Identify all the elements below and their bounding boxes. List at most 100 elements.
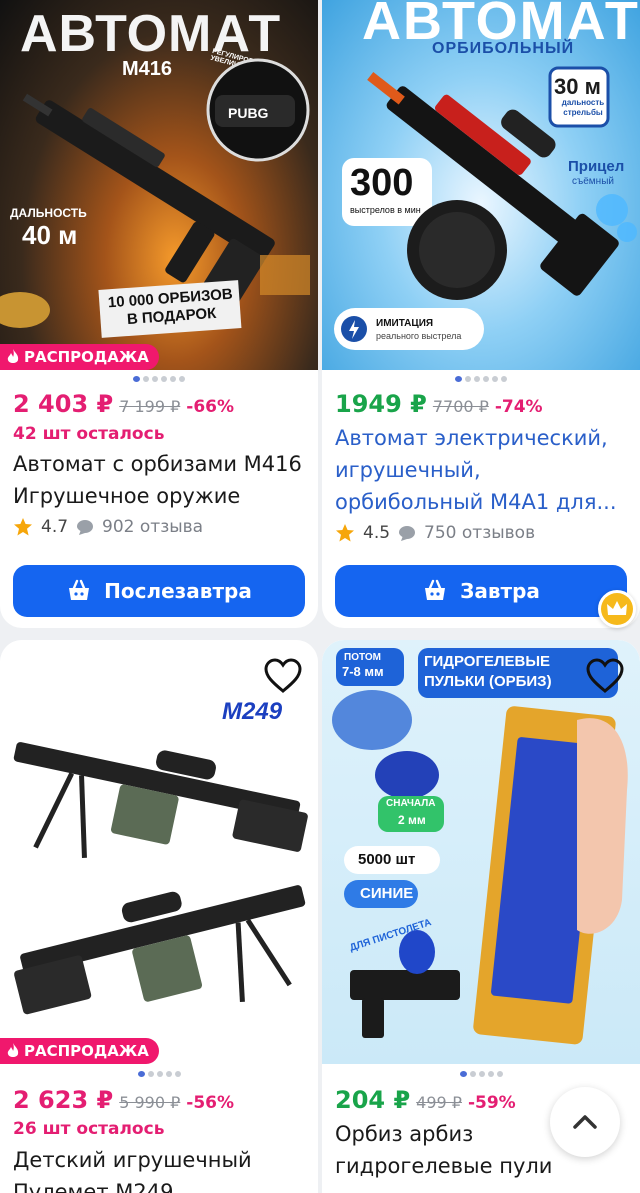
product-card-3[interactable]: M249 РАСПРОДАЖА 2 623 ₽ 5 990 ₽ -56% 26 … <box>0 640 318 1193</box>
flame-icon <box>7 349 19 363</box>
discount: -56% <box>186 1093 235 1113</box>
comment-icon <box>399 526 416 541</box>
stock-left: 26 шт осталось <box>13 1119 165 1139</box>
reviews-count: 902 отзыва <box>102 517 204 537</box>
comment-icon <box>77 520 94 535</box>
rating-value: 4.5 <box>363 523 391 543</box>
old-price: 7 199 ₽ <box>119 397 181 416</box>
image-imitation-sub: реального выстрела <box>376 331 462 341</box>
rating-value: 4.7 <box>41 517 69 537</box>
product-image[interactable]: ПОТОМ 7-8 мм ГИДРОГЕЛЕВЫЕ ПУЛЬКИ (ОРБИЗ)… <box>322 640 640 1064</box>
image-qty: 5000 шт <box>358 851 416 868</box>
current-price: 1949 ₽ <box>335 390 427 418</box>
product-image[interactable]: АВТОМАТ ОРБИБОЛЬНЫЙ 30 м дальность стрел… <box>322 0 640 370</box>
old-price: 5 990 ₽ <box>119 1093 181 1112</box>
heart-icon[interactable] <box>264 658 302 694</box>
svg-text:PUBG: PUBG <box>228 105 269 121</box>
image-after-size: 7-8 мм <box>342 664 384 679</box>
product-title[interactable]: Орбиз арбиз гидрогелевые пули для <box>335 1118 580 1193</box>
carousel-dot[interactable] <box>170 376 176 382</box>
product-image[interactable]: АВТОМАТ M416 РЕГУЛИРОВКА УВЕЛИЧЕНИЯ PUBG… <box>0 0 318 370</box>
image-carousel-dots[interactable] <box>0 1071 318 1077</box>
product-title[interactable]: Детский игрушечный Пулемет М249 <box>13 1144 308 1193</box>
image-range-value: 40 м <box>22 220 78 250</box>
carousel-dot[interactable] <box>179 376 185 382</box>
rating-row[interactable]: 4.7 902 отзыва <box>13 517 203 537</box>
image-scope: Прицел <box>568 158 625 175</box>
machine-gun-illustration <box>13 742 308 1015</box>
carousel-dot[interactable] <box>147 1071 154 1077</box>
product-title[interactable]: Автомат с орбизами М416 Игрушечное оружи… <box>13 448 308 512</box>
carousel-dot[interactable] <box>469 1071 476 1077</box>
carousel-dot[interactable] <box>496 1071 503 1077</box>
sale-badge: РАСПРОДАЖА <box>0 344 159 370</box>
image-range-value: 30 м <box>554 74 601 99</box>
old-price: 7700 ₽ <box>432 397 489 416</box>
current-price: 2 623 ₽ <box>13 1086 114 1114</box>
discount: -66% <box>186 397 235 417</box>
crown-icon <box>607 601 627 615</box>
image-scope-sub: съёмный <box>572 176 614 187</box>
carousel-dot[interactable] <box>501 376 507 382</box>
image-before-size: 2 мм <box>398 813 426 827</box>
price-row: 2 403 ₽ 7 199 ₽ -66% <box>13 390 234 418</box>
image-shots-label: выстрелов в мин <box>350 205 421 215</box>
carousel-dot[interactable] <box>161 376 167 382</box>
star-icon <box>336 524 354 542</box>
image-shots-value: 300 <box>350 162 414 204</box>
image-carousel-dots[interactable] <box>322 1071 640 1077</box>
discount: -59% <box>467 1093 516 1113</box>
price-row: 1949 ₽ 7700 ₽ -74% <box>335 390 543 418</box>
carousel-dot[interactable] <box>474 376 480 382</box>
scroll-to-top-button[interactable] <box>550 1087 620 1157</box>
old-price: 499 ₽ <box>416 1093 462 1112</box>
sale-badge: РАСПРОДАЖА <box>0 1038 159 1064</box>
image-imitation: ИМИТАЦИЯ <box>376 318 434 329</box>
product-title[interactable]: Автомат электрический, игрушечный, орбиб… <box>335 422 630 518</box>
current-price: 2 403 ₽ <box>13 390 114 418</box>
delivery-button[interactable]: Послезавтра <box>13 565 305 617</box>
image-before-label: СНАЧАЛА <box>386 798 436 809</box>
basket-icon <box>69 579 90 600</box>
carousel-dot[interactable] <box>455 376 462 382</box>
carousel-dot[interactable] <box>483 376 489 382</box>
price-row: 204 ₽ 499 ₽ -59% <box>335 1086 516 1114</box>
delivery-button[interactable]: Завтра <box>335 565 627 617</box>
carousel-dot[interactable] <box>133 376 140 382</box>
current-price: 204 ₽ <box>335 1086 411 1114</box>
carousel-dot[interactable] <box>137 1071 145 1077</box>
flame-icon <box>7 1043 19 1057</box>
carousel-dot[interactable] <box>152 376 158 382</box>
carousel-dot[interactable] <box>492 376 498 382</box>
carousel-dot[interactable] <box>143 376 149 382</box>
image-range-label: дальность стрельбы <box>561 98 605 117</box>
carousel-dot[interactable] <box>459 1071 467 1077</box>
price-row: 2 623 ₽ 5 990 ₽ -56% <box>13 1086 234 1114</box>
product-card-2[interactable]: АВТОМАТ ОРБИБОЛЬНЫЙ 30 м дальность стрел… <box>322 0 640 628</box>
discount: -74% <box>494 397 543 417</box>
product-image[interactable]: M249 <box>0 640 318 1064</box>
sale-badge-label: РАСПРОДАЖА <box>24 348 149 366</box>
chevron-up-icon <box>573 1115 597 1129</box>
heart-icon[interactable] <box>586 658 624 694</box>
carousel-dot[interactable] <box>165 1071 172 1077</box>
image-carousel-dots[interactable] <box>322 376 640 382</box>
image-color: СИНИЕ <box>360 885 414 902</box>
carousel-dot[interactable] <box>465 376 471 382</box>
carousel-dot[interactable] <box>478 1071 485 1077</box>
image-heading: ГИДРОГЕЛЕВЫЕ ПУЛЬКИ (ОРБИЗ) <box>424 653 552 690</box>
product-card-1[interactable]: АВТОМАТ M416 РЕГУЛИРОВКА УВЕЛИЧЕНИЯ PUBG… <box>0 0 318 628</box>
delivery-button-label: Завтра <box>460 579 540 603</box>
image-carousel-dots[interactable] <box>0 376 318 382</box>
stock-left: 42 шт осталось <box>13 424 165 444</box>
star-icon <box>14 518 32 536</box>
carousel-dot[interactable] <box>487 1071 494 1077</box>
carousel-dot[interactable] <box>156 1071 163 1077</box>
carousel-dot[interactable] <box>174 1071 181 1077</box>
image-after-label: ПОТОМ <box>344 652 381 663</box>
delivery-button-label: Послезавтра <box>104 579 252 603</box>
basket-icon <box>425 579 446 600</box>
reviews-count: 750 отзывов <box>424 523 536 543</box>
premium-badge <box>598 590 636 628</box>
rating-row[interactable]: 4.5 750 отзывов <box>335 523 535 543</box>
